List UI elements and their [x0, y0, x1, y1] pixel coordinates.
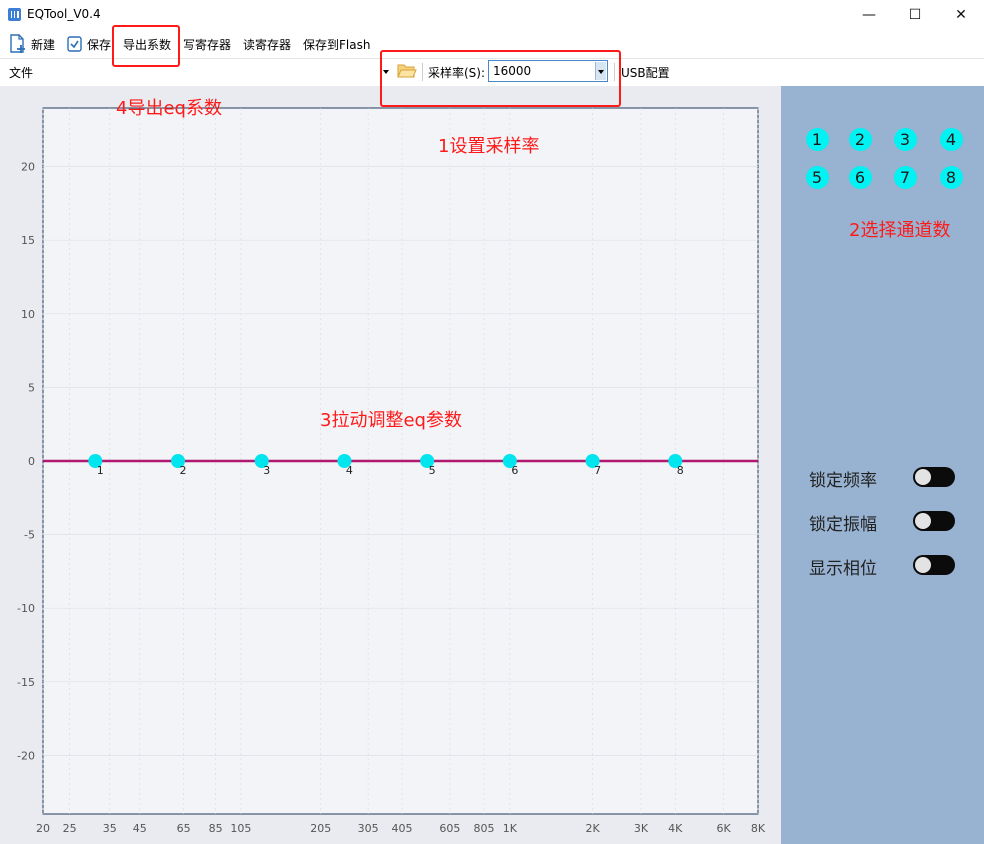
- channel-button-8[interactable]: 8: [939, 165, 963, 189]
- eq-band-label: 8: [677, 464, 684, 477]
- y-tick-label: 10: [21, 308, 35, 321]
- app-icon: [8, 8, 21, 21]
- x-tick-label: 35: [103, 822, 117, 835]
- option-label-2: 锁定振幅: [809, 515, 877, 535]
- annotation-drag: 3拉动调整eq参数: [320, 410, 462, 431]
- channel-button-7[interactable]: 7: [893, 165, 917, 189]
- x-tick-label: 20: [36, 822, 50, 835]
- channel-button-4[interactable]: 4: [939, 127, 963, 151]
- eq-band-label: 7: [594, 464, 601, 477]
- y-tick-label: 5: [28, 381, 35, 394]
- x-tick-label: 405: [391, 822, 412, 835]
- x-tick-label: 85: [209, 822, 223, 835]
- window-title: EQTool_V0.4: [27, 7, 101, 21]
- x-tick-label: 4K: [668, 822, 683, 835]
- x-tick-label: 25: [63, 822, 77, 835]
- option-toggle-1[interactable]: [913, 467, 955, 487]
- channel-button-1[interactable]: 1: [805, 127, 829, 151]
- x-tick-label: 3K: [634, 822, 649, 835]
- x-tick-label: 45: [133, 822, 147, 835]
- y-tick-label: 0: [28, 455, 35, 468]
- y-tick-label: -15: [17, 676, 35, 689]
- new-button[interactable]: 新建: [31, 36, 55, 53]
- close-button[interactable]: ✕: [938, 0, 984, 30]
- minimize-button[interactable]: —: [846, 0, 892, 30]
- eq-response-chart[interactable]: 20151050-5-10-15-2020 25 35 45 65 85 105 205 305…: [0, 86, 781, 844]
- y-tick-label: 15: [21, 234, 35, 247]
- channel-button-6[interactable]: 6: [848, 165, 872, 189]
- eq-band-label: 5: [429, 464, 436, 477]
- x-tick-label: 105: [230, 822, 251, 835]
- y-tick-label: -5: [24, 529, 35, 542]
- x-tick-label: 1K: [503, 822, 518, 835]
- x-tick-label: 8K: [751, 822, 766, 835]
- file-label: 文件: [9, 66, 34, 80]
- usb-config-button[interactable]: USB配置: [621, 64, 670, 81]
- save-to-flash-button[interactable]: 保存到Flash: [303, 36, 370, 53]
- x-tick-label: 305: [358, 822, 379, 835]
- channel-button-3[interactable]: 3: [893, 127, 917, 151]
- annotation-channels: 2选择通道数: [849, 220, 951, 241]
- read-register-button[interactable]: 读寄存器: [243, 36, 291, 53]
- y-tick-label: 20: [21, 161, 35, 174]
- sample-rate-highlight-box: [380, 50, 621, 107]
- channel-panel: [781, 86, 984, 844]
- channel-button-2[interactable]: 2: [848, 127, 872, 151]
- y-tick-label: -10: [17, 602, 35, 615]
- annotation-export: 4导出eq系数: [116, 98, 222, 119]
- option-label-1: 锁定频率: [809, 471, 877, 491]
- channel-button-5[interactable]: 5: [805, 165, 829, 189]
- option-label-3: 显示相位: [809, 559, 877, 579]
- export-highlight-box: [112, 25, 180, 67]
- x-tick-label: 805: [473, 822, 494, 835]
- x-tick-label: 2K: [585, 822, 600, 835]
- x-tick-label: 6K: [717, 822, 732, 835]
- eq-band-label: 3: [263, 464, 270, 477]
- option-toggle-2[interactable]: [913, 511, 955, 531]
- eq-band-label: 1: [97, 464, 104, 477]
- eq-band-label: 4: [346, 464, 353, 477]
- option-toggle-3[interactable]: [913, 555, 955, 575]
- new-file-icon[interactable]: [9, 34, 27, 54]
- eq-band-label: 2: [180, 464, 187, 477]
- x-tick-label: 205: [310, 822, 331, 835]
- eq-band-label: 6: [511, 464, 518, 477]
- annotation-sample-rate: 1设置采样率: [438, 136, 540, 157]
- save-icon[interactable]: [67, 36, 82, 52]
- eq-plot-pane: 20 15 10 5 0 -5 -10 -15 -20 20 25 35 45 65 85 105 205 305…: [0, 86, 781, 844]
- maximize-button[interactable]: ☐: [892, 0, 938, 30]
- save-button[interactable]: 保存: [87, 36, 111, 53]
- x-tick-label: 65: [177, 822, 191, 835]
- x-tick-label: 605: [439, 822, 460, 835]
- y-tick-label: -20: [17, 749, 35, 762]
- write-register-button[interactable]: 写寄存器: [183, 36, 231, 53]
